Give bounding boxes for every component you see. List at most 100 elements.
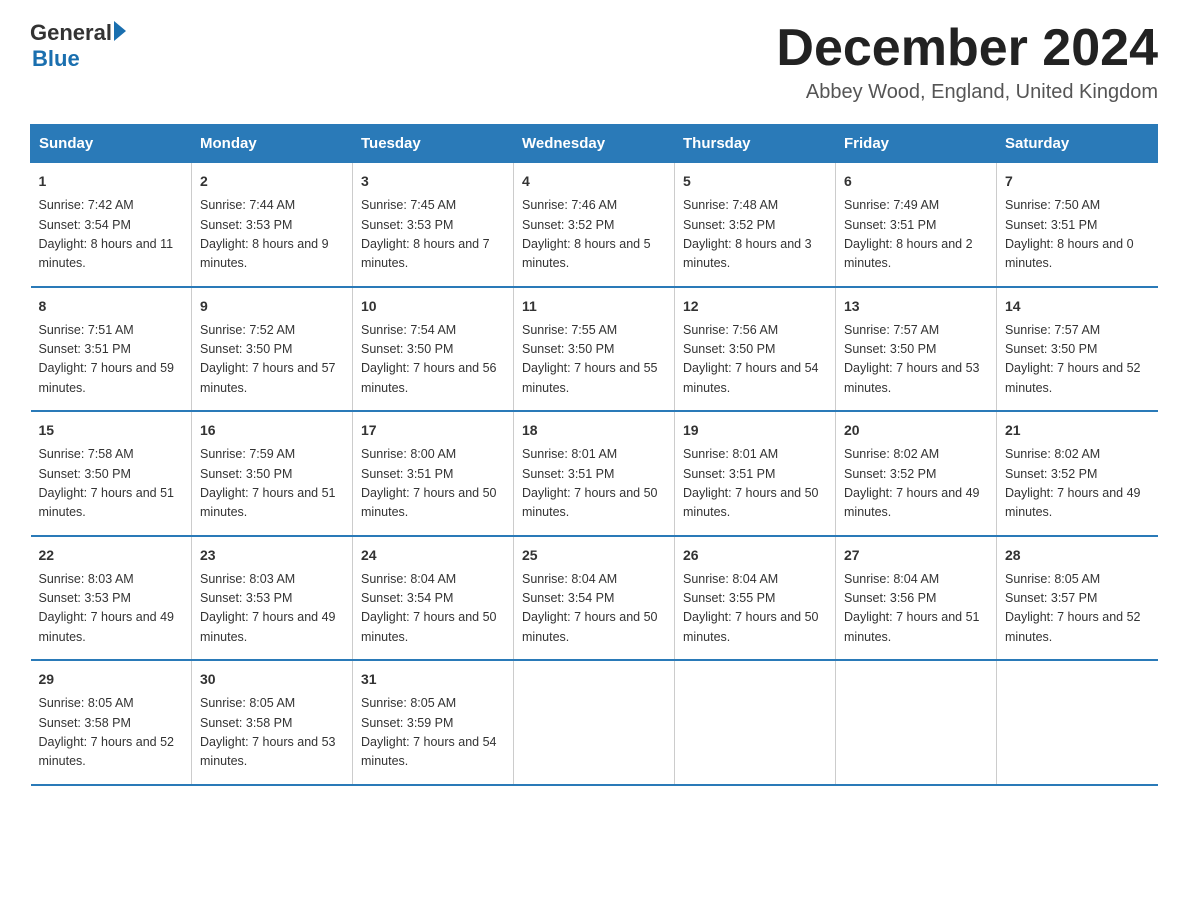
day-number: 22 bbox=[39, 545, 184, 566]
day-number: 21 bbox=[1005, 420, 1150, 441]
day-info: Sunrise: 7:59 AMSunset: 3:50 PMDaylight:… bbox=[200, 447, 336, 519]
day-cell: 14Sunrise: 7:57 AMSunset: 3:50 PMDayligh… bbox=[997, 287, 1158, 412]
day-number: 4 bbox=[522, 171, 666, 192]
day-cell: 3 Sunrise: 7:45 AMSunset: 3:53 PMDaylight… bbox=[353, 163, 514, 287]
day-number: 7 bbox=[1005, 171, 1150, 192]
week-row-5: 29 Sunrise: 8:05 AMSunset: 3:58 PMDayligh… bbox=[31, 660, 1158, 785]
day-number: 19 bbox=[683, 420, 827, 441]
day-cell: 16 Sunrise: 7:59 AMSunset: 3:50 PMDayligh… bbox=[192, 411, 353, 536]
day-cell: 2 Sunrise: 7:44 AMSunset: 3:53 PMDaylight… bbox=[192, 163, 353, 287]
day-number: 29 bbox=[39, 669, 184, 690]
day-cell bbox=[675, 660, 836, 785]
day-number: 6 bbox=[844, 171, 988, 192]
header-monday: Monday bbox=[192, 125, 353, 163]
day-number: 30 bbox=[200, 669, 344, 690]
day-cell: 25Sunrise: 8:04 AMSunset: 3:54 PMDayligh… bbox=[514, 536, 675, 661]
day-cell: 7 Sunrise: 7:50 AMSunset: 3:51 PMDaylight… bbox=[997, 163, 1158, 287]
day-number: 17 bbox=[361, 420, 505, 441]
header-row: SundayMondayTuesdayWednesdayThursdayFrid… bbox=[31, 125, 1158, 163]
day-info: Sunrise: 8:05 AMSunset: 3:58 PMDaylight:… bbox=[200, 696, 336, 768]
day-info: Sunrise: 8:05 AMSunset: 3:58 PMDaylight:… bbox=[39, 696, 175, 768]
day-cell: 1Sunrise: 7:42 AMSunset: 3:54 PMDaylight… bbox=[31, 163, 192, 287]
day-info: Sunrise: 7:46 AMSunset: 3:52 PMDaylight:… bbox=[522, 198, 651, 270]
day-cell bbox=[836, 660, 997, 785]
logo: General Blue bbox=[30, 20, 126, 72]
day-cell: 9Sunrise: 7:52 AMSunset: 3:50 PMDaylight… bbox=[192, 287, 353, 412]
day-number: 9 bbox=[200, 296, 344, 317]
day-cell: 24Sunrise: 8:04 AMSunset: 3:54 PMDayligh… bbox=[353, 536, 514, 661]
day-info: Sunrise: 8:01 AMSunset: 3:51 PMDaylight:… bbox=[683, 447, 819, 519]
day-number: 11 bbox=[522, 296, 666, 317]
day-info: Sunrise: 8:04 AMSunset: 3:54 PMDaylight:… bbox=[361, 572, 497, 644]
day-number: 8 bbox=[39, 296, 184, 317]
week-row-1: 1Sunrise: 7:42 AMSunset: 3:54 PMDaylight… bbox=[31, 163, 1158, 287]
day-cell bbox=[997, 660, 1158, 785]
calendar-header: SundayMondayTuesdayWednesdayThursdayFrid… bbox=[31, 125, 1158, 163]
day-cell: 22 Sunrise: 8:03 AMSunset: 3:53 PMDayligh… bbox=[31, 536, 192, 661]
day-cell: 12Sunrise: 7:56 AMSunset: 3:50 PMDayligh… bbox=[675, 287, 836, 412]
header-wednesday: Wednesday bbox=[514, 125, 675, 163]
day-cell: 4 Sunrise: 7:46 AMSunset: 3:52 PMDaylight… bbox=[514, 163, 675, 287]
day-cell: 19 Sunrise: 8:01 AMSunset: 3:51 PMDayligh… bbox=[675, 411, 836, 536]
day-cell: 26Sunrise: 8:04 AMSunset: 3:55 PMDayligh… bbox=[675, 536, 836, 661]
day-number: 13 bbox=[844, 296, 988, 317]
header-sunday: Sunday bbox=[31, 125, 192, 163]
day-info: Sunrise: 7:57 AMSunset: 3:50 PMDaylight:… bbox=[844, 323, 980, 395]
day-cell: 31Sunrise: 8:05 AMSunset: 3:59 PMDayligh… bbox=[353, 660, 514, 785]
day-cell: 29 Sunrise: 8:05 AMSunset: 3:58 PMDayligh… bbox=[31, 660, 192, 785]
day-cell bbox=[514, 660, 675, 785]
day-number: 18 bbox=[522, 420, 666, 441]
month-title: December 2024 bbox=[776, 20, 1158, 77]
day-cell: 15 Sunrise: 7:58 AMSunset: 3:50 PMDayligh… bbox=[31, 411, 192, 536]
day-cell: 30 Sunrise: 8:05 AMSunset: 3:58 PMDayligh… bbox=[192, 660, 353, 785]
day-info: Sunrise: 8:04 AMSunset: 3:55 PMDaylight:… bbox=[683, 572, 819, 644]
day-cell: 18 Sunrise: 8:01 AMSunset: 3:51 PMDayligh… bbox=[514, 411, 675, 536]
location: Abbey Wood, England, United Kingdom bbox=[776, 81, 1158, 104]
week-row-4: 22 Sunrise: 8:03 AMSunset: 3:53 PMDayligh… bbox=[31, 536, 1158, 661]
calendar-table: SundayMondayTuesdayWednesdayThursdayFrid… bbox=[30, 124, 1158, 786]
page-header: General Blue December 2024 Abbey Wood, E… bbox=[30, 20, 1158, 104]
day-info: Sunrise: 7:50 AMSunset: 3:51 PMDaylight:… bbox=[1005, 198, 1134, 270]
day-number: 20 bbox=[844, 420, 988, 441]
day-info: Sunrise: 7:51 AMSunset: 3:51 PMDaylight:… bbox=[39, 323, 175, 395]
day-number: 2 bbox=[200, 171, 344, 192]
day-info: Sunrise: 7:54 AMSunset: 3:50 PMDaylight:… bbox=[361, 323, 497, 395]
day-number: 15 bbox=[39, 420, 184, 441]
day-info: Sunrise: 7:49 AMSunset: 3:51 PMDaylight:… bbox=[844, 198, 973, 270]
logo-general: General bbox=[30, 20, 112, 46]
day-info: Sunrise: 8:01 AMSunset: 3:51 PMDaylight:… bbox=[522, 447, 658, 519]
day-cell: 21Sunrise: 8:02 AMSunset: 3:52 PMDayligh… bbox=[997, 411, 1158, 536]
day-cell: 8 Sunrise: 7:51 AMSunset: 3:51 PMDaylight… bbox=[31, 287, 192, 412]
day-info: Sunrise: 8:04 AMSunset: 3:54 PMDaylight:… bbox=[522, 572, 658, 644]
title-block: December 2024 Abbey Wood, England, Unite… bbox=[776, 20, 1158, 104]
day-info: Sunrise: 7:48 AMSunset: 3:52 PMDaylight:… bbox=[683, 198, 812, 270]
header-friday: Friday bbox=[836, 125, 997, 163]
day-cell: 10Sunrise: 7:54 AMSunset: 3:50 PMDayligh… bbox=[353, 287, 514, 412]
day-info: Sunrise: 7:45 AMSunset: 3:53 PMDaylight:… bbox=[361, 198, 490, 270]
day-info: Sunrise: 8:04 AMSunset: 3:56 PMDaylight:… bbox=[844, 572, 980, 644]
day-number: 27 bbox=[844, 545, 988, 566]
day-number: 3 bbox=[361, 171, 505, 192]
day-info: Sunrise: 8:02 AMSunset: 3:52 PMDaylight:… bbox=[844, 447, 980, 519]
day-info: Sunrise: 8:05 AMSunset: 3:57 PMDaylight:… bbox=[1005, 572, 1141, 644]
day-cell: 6 Sunrise: 7:49 AMSunset: 3:51 PMDaylight… bbox=[836, 163, 997, 287]
day-number: 16 bbox=[200, 420, 344, 441]
calendar-body: 1Sunrise: 7:42 AMSunset: 3:54 PMDaylight… bbox=[31, 163, 1158, 785]
day-cell: 28Sunrise: 8:05 AMSunset: 3:57 PMDayligh… bbox=[997, 536, 1158, 661]
logo-blue: Blue bbox=[32, 46, 126, 72]
week-row-2: 8 Sunrise: 7:51 AMSunset: 3:51 PMDaylight… bbox=[31, 287, 1158, 412]
day-number: 31 bbox=[361, 669, 505, 690]
day-cell: 20 Sunrise: 8:02 AMSunset: 3:52 PMDayligh… bbox=[836, 411, 997, 536]
header-thursday: Thursday bbox=[675, 125, 836, 163]
day-info: Sunrise: 7:44 AMSunset: 3:53 PMDaylight:… bbox=[200, 198, 329, 270]
logo-arrow-icon bbox=[114, 21, 126, 41]
day-info: Sunrise: 7:58 AMSunset: 3:50 PMDaylight:… bbox=[39, 447, 175, 519]
week-row-3: 15 Sunrise: 7:58 AMSunset: 3:50 PMDayligh… bbox=[31, 411, 1158, 536]
day-info: Sunrise: 8:03 AMSunset: 3:53 PMDaylight:… bbox=[39, 572, 175, 644]
day-number: 23 bbox=[200, 545, 344, 566]
day-number: 1 bbox=[39, 171, 184, 192]
day-cell: 27 Sunrise: 8:04 AMSunset: 3:56 PMDayligh… bbox=[836, 536, 997, 661]
header-tuesday: Tuesday bbox=[353, 125, 514, 163]
header-saturday: Saturday bbox=[997, 125, 1158, 163]
day-cell: 23Sunrise: 8:03 AMSunset: 3:53 PMDayligh… bbox=[192, 536, 353, 661]
